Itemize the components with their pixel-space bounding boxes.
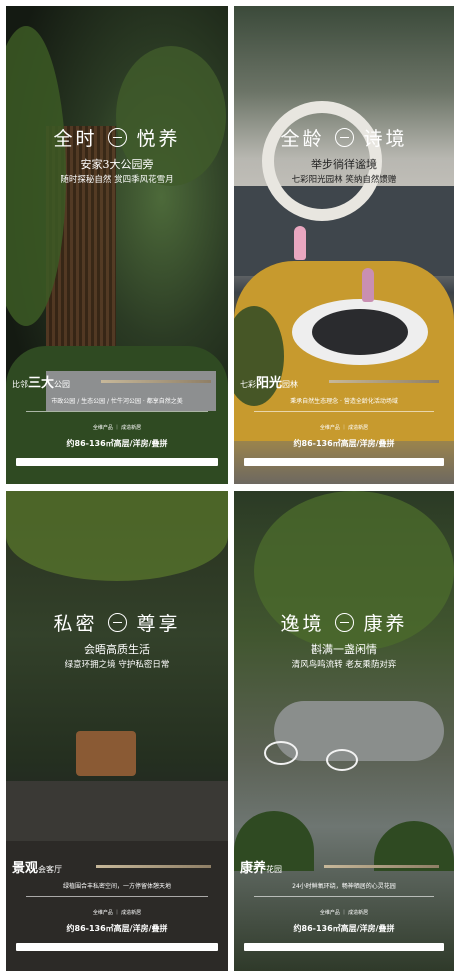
poster-tagline: 绿意环拥之境 守护私密日常	[64, 660, 170, 670]
tree-canopy	[6, 491, 228, 581]
venue-description: 绿植围合丰私密空间，一方停留体憩天地	[62, 883, 171, 890]
chair	[264, 741, 298, 765]
venue-description: 市政公园 / 生态公园 / 忙牛河公园 · 都享自然之美	[51, 398, 183, 405]
divider	[254, 896, 434, 897]
accent-bar	[96, 865, 211, 868]
poster-tagline: 随时探秘自然 赏四季风花雪月	[60, 175, 174, 185]
poster-subtitle: 会晤高质生活	[84, 643, 150, 656]
poster-heading: 私密 尊享	[53, 613, 181, 635]
accent-bar	[329, 380, 439, 383]
bench	[46, 371, 216, 411]
circle-icon	[107, 613, 127, 632]
child-figure	[294, 226, 306, 260]
venue-name: 景观会客厅	[12, 861, 63, 876]
venue-description: 24小时鲜氧环绕，畅神栖居的心灵花园	[292, 883, 396, 890]
hedge	[374, 821, 454, 871]
poster-heading: 逸境 康养	[280, 613, 408, 635]
poster-subtitle: 举步徜徉谧境	[311, 158, 377, 171]
area-info: 约86-136㎡高层/洋房/叠拼	[293, 439, 395, 448]
divider	[26, 896, 208, 897]
accent-bar	[324, 865, 439, 868]
circle-icon	[334, 128, 354, 147]
poster-tagline: 七彩阳光园林 笑纳自然馈赠	[291, 175, 397, 185]
area-info: 约86-136㎡高层/洋房/叠拼	[66, 439, 168, 448]
venue-name: 七彩阳光园林	[240, 376, 299, 391]
area-info: 约86-136㎡高层/洋房/叠拼	[293, 924, 395, 933]
venue-description: 秉承自然生态理念 · 营造全龄化活动场域	[290, 398, 398, 405]
venue-name: 比邻三大公园	[12, 376, 71, 391]
accent-bar	[101, 380, 211, 383]
deck	[6, 781, 228, 841]
product-meta: 全维产品 ｜ 成造新居	[92, 910, 142, 916]
chair	[326, 749, 358, 771]
circle-icon	[334, 613, 354, 632]
poster-park: 全时 悦养 安家3大公园旁 随时探秘自然 赏四季风花雪月 比邻三大公园 市政公园 …	[6, 6, 228, 484]
poster-subtitle: 安家3大公园旁	[80, 158, 154, 171]
area-info: 约86-136㎡高层/洋房/叠拼	[66, 924, 168, 933]
paving	[274, 701, 444, 761]
footer-strip	[244, 458, 444, 466]
divider	[254, 411, 434, 412]
footer-strip	[16, 458, 218, 466]
venue-name: 康养花园	[240, 861, 283, 876]
trampoline-center	[312, 309, 408, 355]
product-meta: 全维产品 ｜ 成造新居	[92, 425, 142, 431]
poster-garden: 全龄 诗境 举步徜徉谧境 七彩阳光园林 笑纳自然馈赠 七彩阳光园林 秉承自然生态理…	[234, 6, 454, 484]
product-meta: 全维产品 ｜ 成造新居	[319, 910, 369, 916]
lounge-chair	[76, 731, 136, 776]
divider	[26, 411, 208, 412]
footer-strip	[244, 943, 444, 951]
poster-wellness: 逸境 康养 斟满一盏闲情 清风鸟鸣流转 老友乘荫对弈 康养花园 24小时鲜氧环绕，…	[234, 491, 454, 971]
poster-lounge: 私密 尊享 会晤高质生活 绿意环拥之境 守护私密日常 景观会客厅 绿植围合丰私密空…	[6, 491, 228, 971]
poster-subtitle: 斟满一盏闲情	[311, 643, 377, 656]
poster-tagline: 清风鸟鸣流转 老友乘荫对弈	[291, 660, 397, 670]
poster-heading: 全时 悦养	[53, 128, 181, 150]
circle-icon	[107, 128, 127, 147]
child-figure	[362, 268, 374, 302]
product-meta: 全维产品 ｜ 成造新居	[319, 425, 369, 431]
footer-strip	[16, 943, 218, 951]
poster-heading: 全龄 诗境	[280, 128, 408, 150]
